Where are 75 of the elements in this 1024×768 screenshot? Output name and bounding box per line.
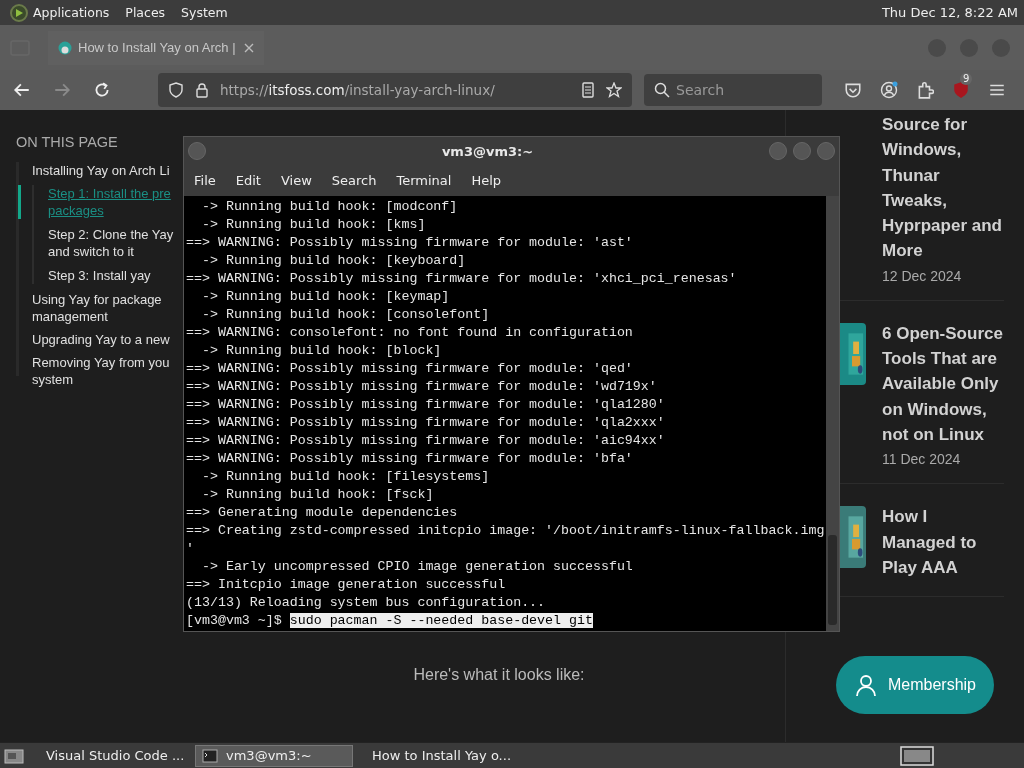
- terminal-line: ==> WARNING: Possibly missing firmware for module: 'bfa': [186, 450, 634, 468]
- terminal-line: ==> WARNING: Possibly missing firmware for module: 'qla2xxx': [186, 414, 666, 432]
- window-title: vm3@vm3:~: [440, 143, 535, 159]
- menu-item[interactable]: Help: [471, 173, 502, 188]
- terminal-line: -> Running build hook: [modconf]: [200, 198, 459, 216]
- distro-logo-icon[interactable]: [9, 2, 29, 23]
- taskbar-button[interactable]: vm3@vm3:~: [195, 744, 353, 767]
- terminal-line: -> Running build hook: [filesystems]: [200, 468, 491, 486]
- terminal-line: ==> Initcpio image generation successful: [186, 576, 507, 594]
- terminal-line: ==> Generating module dependencies: [186, 504, 459, 522]
- search-icon: [654, 82, 670, 98]
- clock: Thu Dec 12, 8:22 AM: [881, 5, 1018, 20]
- toc-heading: ON THIS PAGE: [16, 134, 119, 150]
- terminal-line: -> Running build hook: [keymap]: [200, 288, 451, 306]
- show-desktop-icon[interactable]: [4, 746, 24, 765]
- terminal-line: ==> WARNING: Possibly missing firmware for module: 'wd719x': [186, 378, 658, 396]
- article-paragraph: Here's what it looks like:: [413, 666, 585, 684]
- puzzle-icon[interactable]: [916, 81, 934, 99]
- panel-menu[interactable]: Applications: [33, 5, 110, 20]
- terminal-line: -> Running build hook: [block]: [200, 342, 443, 360]
- toc-link[interactable]: Step 3: Install yay: [48, 267, 182, 284]
- toc-link[interactable]: Removing Yay from you system: [32, 354, 180, 388]
- person-icon: [854, 673, 878, 697]
- post-title[interactable]: 6 Open-Source Tools That are Available Only on Windows, not on Linux: [882, 320, 1004, 448]
- terminal-line: ==> Creating zstd-compressed initcpio image: '/boot/initramfs-linux-fallback.img: [186, 522, 826, 540]
- panel-menu[interactable]: System: [181, 5, 228, 20]
- post-date: 12 Dec 2024: [882, 267, 963, 284]
- menu-item[interactable]: View: [280, 173, 312, 188]
- lock-icon[interactable]: [194, 82, 210, 98]
- shield-icon[interactable]: [168, 82, 184, 98]
- terminal-line: -> Running build hook: [kms]: [200, 216, 427, 234]
- back-arrow-icon: [13, 81, 31, 99]
- menu-item[interactable]: File: [194, 173, 216, 188]
- toc-link[interactable]: Step 2: Clone the Yay and switch to it: [48, 226, 182, 260]
- panel-menu[interactable]: Places: [125, 5, 166, 20]
- taskbar-button[interactable]: How to Install Yay o...: [358, 744, 516, 767]
- terminal-line: -> Running build hook: [consolefont]: [200, 306, 491, 324]
- menu-item[interactable]: Search: [331, 173, 377, 188]
- browser-tab[interactable]: How to Install Yay on Arch |: [48, 30, 264, 65]
- terminal-line: ==> WARNING: Possibly missing firmware for module: 'aic94xx': [186, 432, 666, 450]
- selected-command: sudo pacman -S --needed base-devel git: [289, 613, 593, 628]
- close-icon[interactable]: [244, 42, 254, 53]
- search-field[interactable]: Search: [644, 74, 822, 106]
- terminal-line: ==> WARNING: Possibly missing firmware for module: 'qed': [186, 360, 634, 378]
- terminal-line: ==> WARNING: Possibly missing firmware for module: 'ast': [186, 234, 634, 252]
- terminal-icon: [202, 747, 218, 764]
- terminal-line: ==> WARNING: Possibly missing firmware for module: 'xhci_pci_renesas': [186, 270, 738, 288]
- terminal-line: -> Running build hook: [keyboard]: [200, 252, 467, 270]
- site-icon: [58, 40, 72, 55]
- menu-item[interactable]: Terminal: [396, 173, 452, 188]
- menu-item[interactable]: Edit: [235, 173, 261, 188]
- count-badge: 9: [960, 73, 973, 85]
- account-icon[interactable]: [880, 81, 898, 99]
- reader-view-icon[interactable]: [580, 82, 596, 98]
- membership-button[interactable]: Membership: [836, 656, 994, 714]
- terminal-line: ==> WARNING: Possibly missing firmware for module: 'qla1280': [186, 396, 666, 414]
- scrollbar[interactable]: [826, 196, 839, 631]
- workspace-icon[interactable]: [900, 745, 934, 766]
- toc-link[interactable]: Installing Yay on Arch Li: [32, 162, 183, 179]
- terminal-line: ==> WARNING: consolefont: no font found in configuration: [186, 324, 634, 342]
- terminal-line: -> Running build hook: [fsck]: [200, 486, 435, 504]
- terminal-line: (13/13) Reloading system bus configuration...: [186, 594, 547, 612]
- post-date: 11 Dec 2024: [882, 451, 962, 468]
- post-title[interactable]: How I Managed to Play AAA: [882, 504, 1004, 581]
- reload-icon: [93, 81, 111, 99]
- pocket-icon[interactable]: [844, 81, 862, 99]
- toc-link[interactable]: Upgrading Yay to a new: [32, 331, 180, 348]
- terminal-line: ': [186, 540, 195, 558]
- shell-prompt: [vm3@vm3 ~]$: [186, 613, 283, 628]
- terminal-line: -> Early uncompressed CPIO image generation successful: [200, 558, 634, 576]
- bookmark-star-icon[interactable]: [606, 82, 622, 98]
- forward-arrow-icon: [53, 81, 71, 99]
- toc-link[interactable]: Using Yay for package management: [32, 291, 180, 325]
- post-title[interactable]: Source for Windows, Thunar Tweaks, Hyprpaper and More: [882, 112, 1004, 264]
- taskbar-button[interactable]: Visual Studio Code ...: [32, 744, 190, 767]
